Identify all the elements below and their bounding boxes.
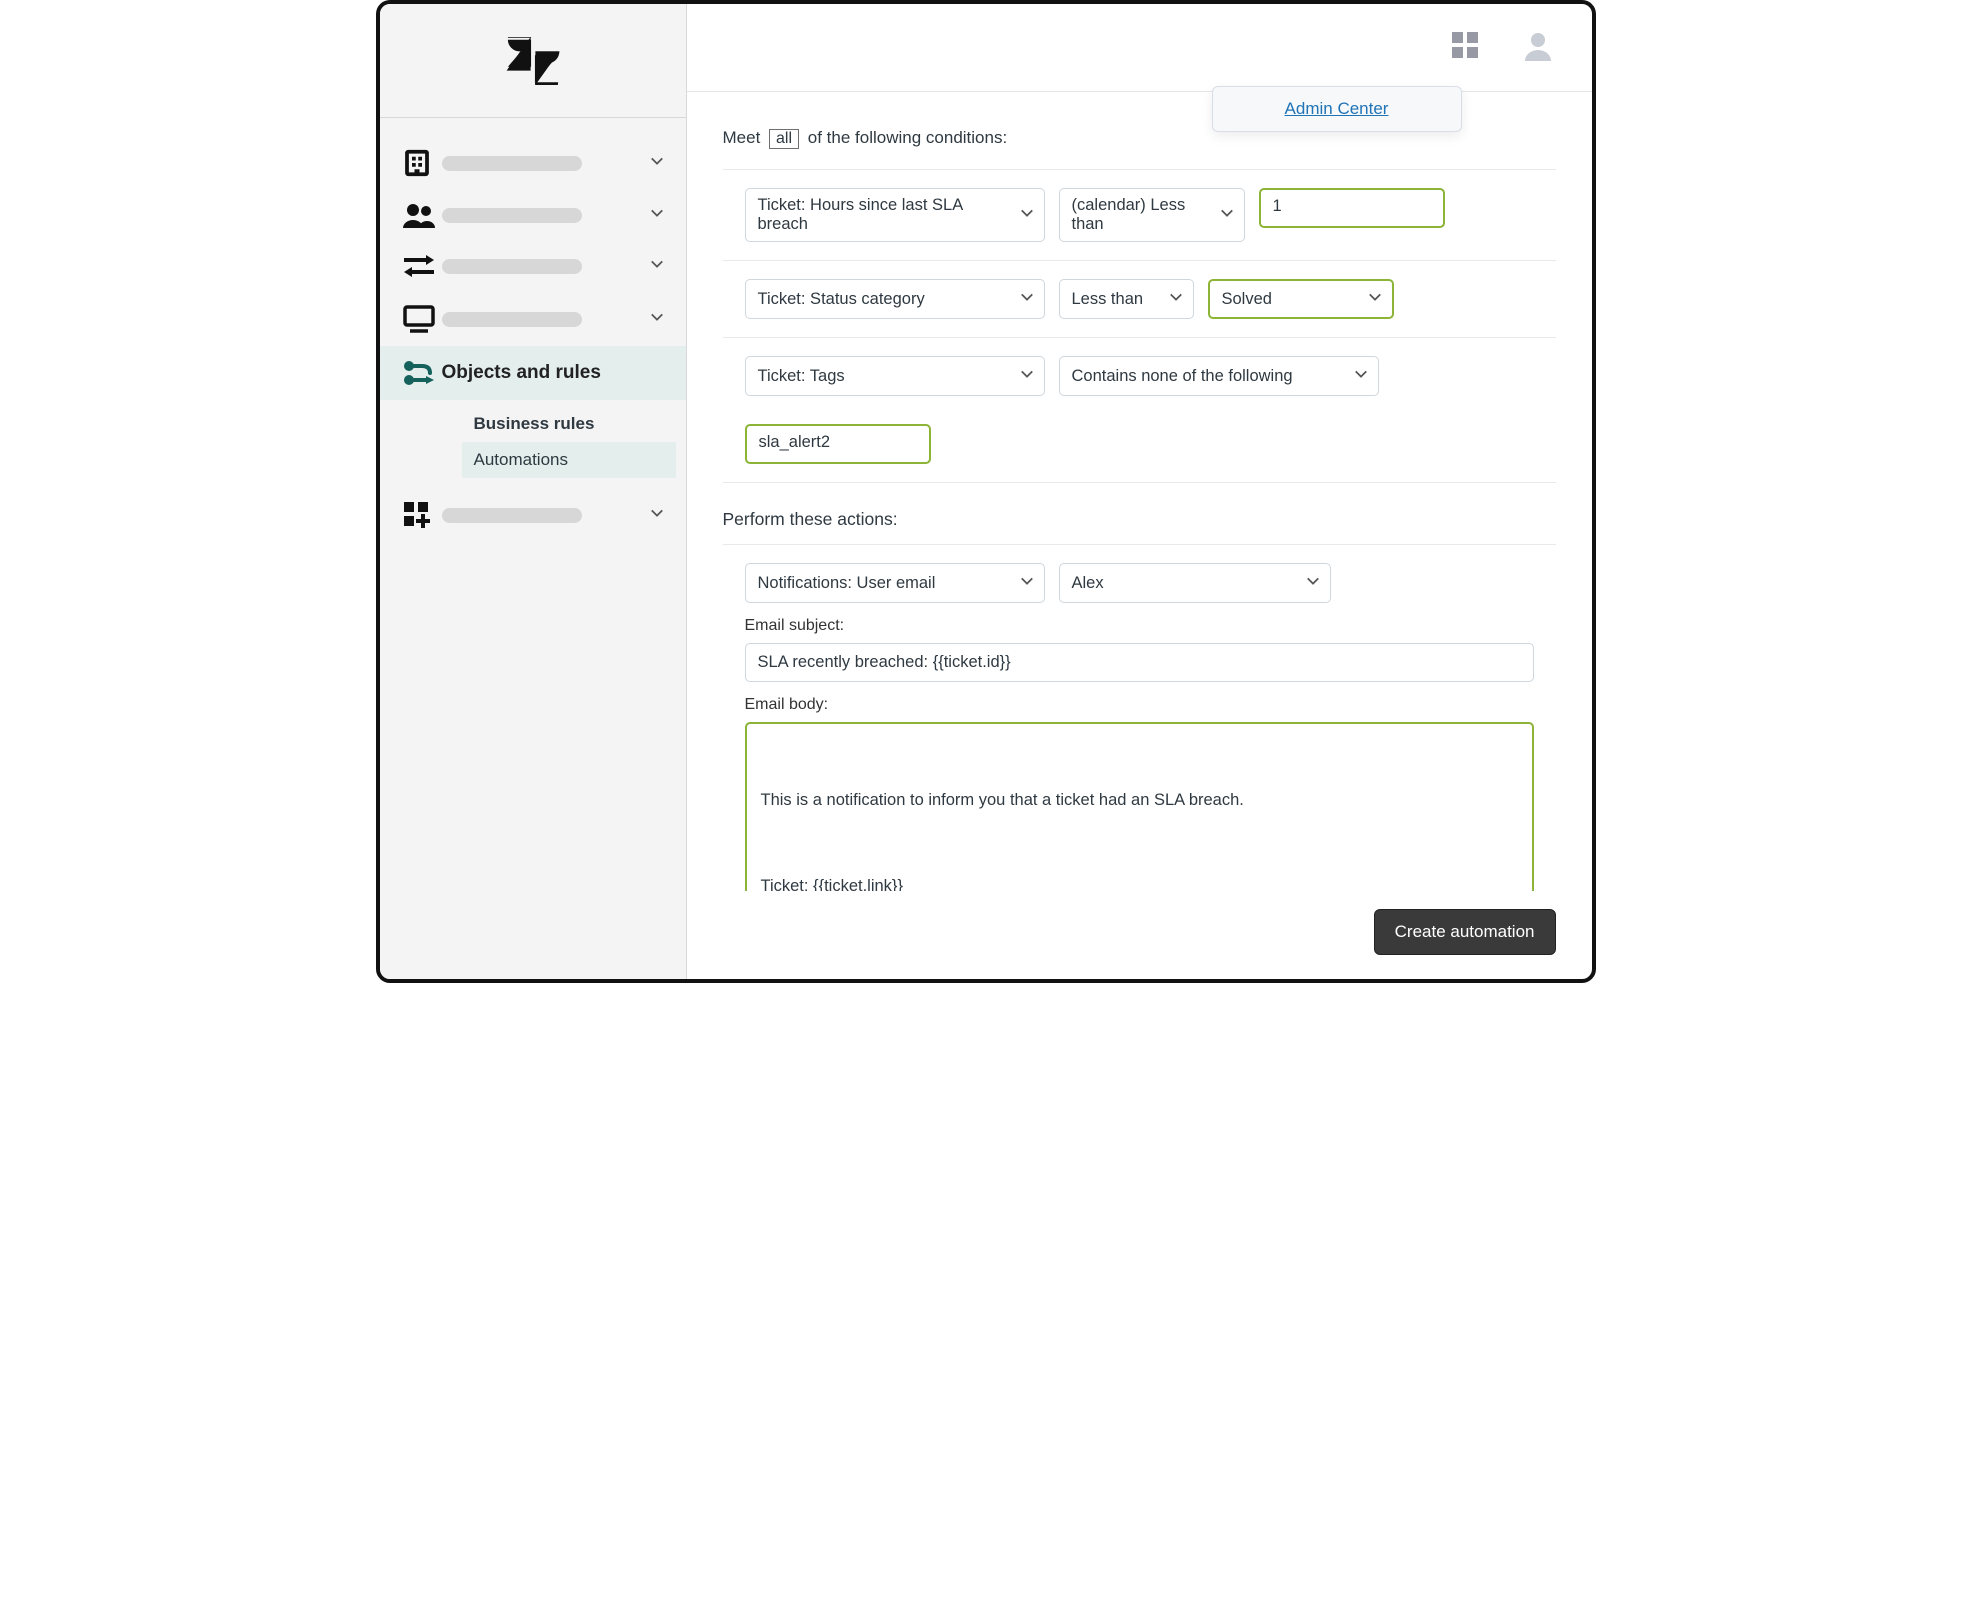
select-value: (calendar) Less than: [1072, 196, 1212, 234]
zendesk-logo-icon: [504, 37, 562, 85]
chevron-down-icon: [650, 153, 664, 173]
app-window: Objects and rules Business rules Automat…: [376, 0, 1596, 983]
topbar: [687, 4, 1592, 92]
sidebar-nav: Objects and rules Business rules Automat…: [380, 118, 686, 542]
sidebar-item-apps[interactable]: [380, 488, 686, 542]
sidebar-sub-automations[interactable]: Automations: [462, 442, 676, 478]
admin-center-popover: Admin Center: [1212, 86, 1462, 132]
sidebar-sub-heading[interactable]: Business rules: [474, 400, 686, 442]
logo: [380, 4, 686, 118]
chevron-down-icon: [1020, 574, 1034, 593]
chevron-down-icon: [1020, 290, 1034, 309]
products-grid-icon[interactable]: [1448, 28, 1482, 67]
chevron-down-icon: [1020, 367, 1034, 386]
chevron-down-icon: [1306, 574, 1320, 593]
select-value: Ticket: Tags: [758, 367, 845, 386]
condition-operator-select[interactable]: Less than: [1059, 279, 1194, 319]
chevron-down-icon: [1020, 206, 1034, 225]
profile-icon[interactable]: [1522, 29, 1554, 66]
admin-center-link[interactable]: Admin Center: [1285, 99, 1389, 118]
placeholder-label: [442, 508, 582, 523]
tag-input[interactable]: sla_alert2: [745, 424, 931, 464]
placeholder-label: [442, 259, 582, 274]
sidebar-item-workspaces[interactable]: [380, 292, 686, 346]
action-type-select[interactable]: Notifications: User email: [745, 563, 1045, 603]
placeholder-label: [442, 208, 582, 223]
condition-operator-select[interactable]: (calendar) Less than: [1059, 188, 1245, 242]
match-all-selector[interactable]: all: [769, 129, 799, 149]
email-body-label: Email body:: [745, 696, 1534, 714]
sidebar-subnav: Business rules Automations: [380, 400, 686, 478]
sidebar-item-objects-rules[interactable]: Objects and rules: [380, 346, 686, 400]
chevron-down-icon: [650, 205, 664, 225]
chevron-down-icon: [650, 256, 664, 276]
placeholder-label: [442, 156, 582, 171]
meet-suffix: of the following conditions:: [808, 128, 1007, 147]
footer: Create automation: [687, 891, 1592, 979]
chevron-down-icon: [650, 505, 664, 525]
chevron-down-icon: [650, 309, 664, 329]
condition-row: Ticket: Hours since last SLA breach (cal…: [723, 170, 1556, 261]
meet-prefix: Meet: [723, 128, 761, 147]
email-body-textarea[interactable]: This is a notification to inform you tha…: [745, 722, 1534, 891]
select-value: Ticket: Status category: [758, 290, 925, 309]
select-value: Less than: [1072, 290, 1144, 309]
action-user-select[interactable]: Alex: [1059, 563, 1331, 603]
sidebar-item-channels[interactable]: [380, 240, 686, 292]
sidebar-item-label: Objects and rules: [442, 362, 601, 384]
condition-row: Ticket: Tags Contains none of the follow…: [723, 338, 1556, 483]
condition-value-select[interactable]: Solved: [1208, 279, 1394, 319]
arrows-icon: [402, 252, 442, 280]
main: Admin Center Meet all of the following c…: [687, 4, 1592, 979]
chevron-down-icon: [1354, 367, 1368, 386]
select-value: Ticket: Hours since last SLA breach: [758, 196, 1012, 234]
email-subject-label: Email subject:: [745, 617, 1534, 635]
sidebar: Objects and rules Business rules Automat…: [380, 4, 687, 979]
email-subject-input[interactable]: SLA recently breached: {{ticket.id}}: [745, 643, 1534, 682]
actions-title: Perform these actions:: [723, 509, 1556, 530]
sidebar-item-account[interactable]: [380, 136, 686, 190]
condition-field-select[interactable]: Ticket: Hours since last SLA breach: [745, 188, 1045, 242]
condition-value-input[interactable]: 1: [1259, 188, 1445, 228]
condition-field-select[interactable]: Ticket: Tags: [745, 356, 1045, 396]
select-value: Notifications: User email: [758, 574, 936, 593]
people-icon: [402, 202, 442, 228]
content: Meet all of the following conditions: Ti…: [687, 92, 1592, 891]
monitor-icon: [402, 304, 442, 334]
apps-grid-icon: [402, 500, 442, 530]
select-value: Alex: [1072, 574, 1104, 593]
chevron-down-icon: [1368, 290, 1382, 309]
building-icon: [402, 148, 442, 178]
select-value: Solved: [1222, 290, 1272, 309]
select-value: Contains none of the following: [1072, 367, 1293, 386]
routes-icon: [402, 358, 442, 388]
sidebar-item-people[interactable]: [380, 190, 686, 240]
condition-field-select[interactable]: Ticket: Status category: [745, 279, 1045, 319]
condition-row: Ticket: Status category Less than Solved: [723, 261, 1556, 338]
chevron-down-icon: [1169, 290, 1183, 309]
body-line: Ticket: {{ticket.link}}: [761, 874, 1518, 891]
body-line: This is a notification to inform you tha…: [761, 788, 1518, 813]
chevron-down-icon: [1220, 206, 1234, 225]
placeholder-label: [442, 312, 582, 327]
action-block: Notifications: User email Alex Email sub…: [723, 545, 1556, 891]
create-automation-button[interactable]: Create automation: [1374, 909, 1556, 955]
condition-operator-select[interactable]: Contains none of the following: [1059, 356, 1379, 396]
